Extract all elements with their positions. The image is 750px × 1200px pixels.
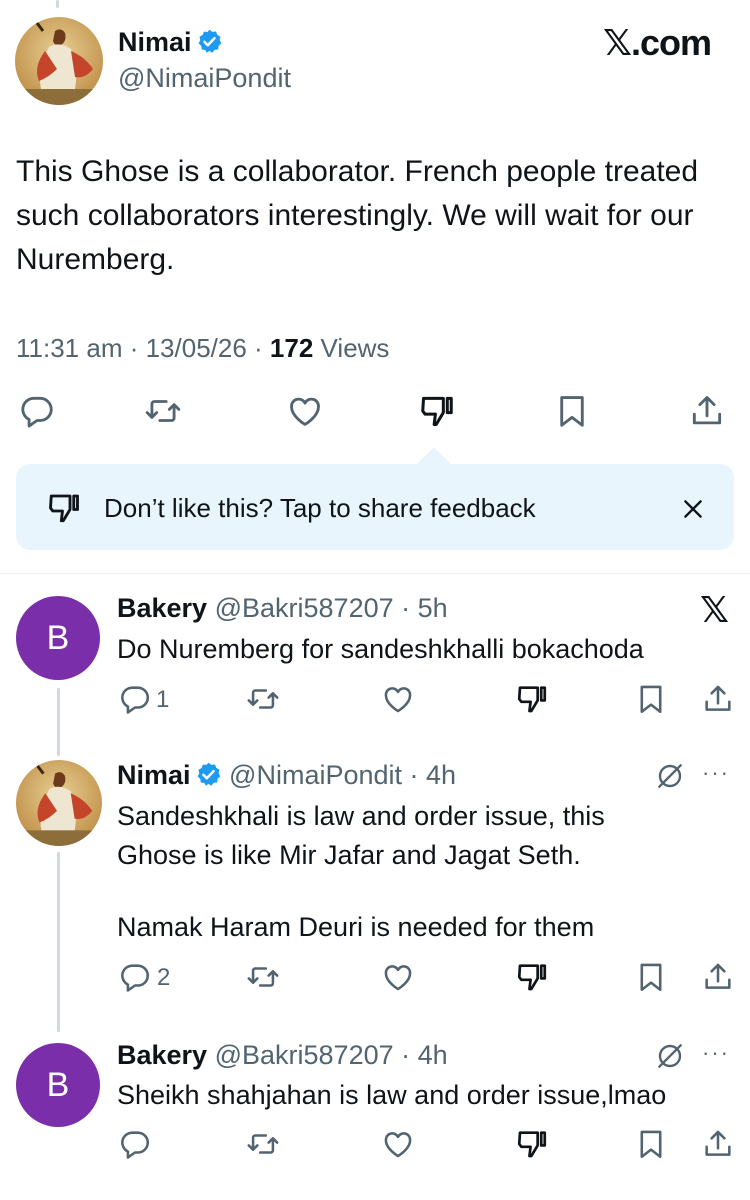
retweet-icon[interactable]: [144, 392, 182, 430]
x-com-logo: 𝕏.com: [603, 22, 712, 64]
thread-line-top: [56, 0, 59, 8]
tweet-text: This Ghose is a collaborator. French peo…: [16, 155, 699, 276]
reply-time[interactable]: 4h: [426, 760, 456, 790]
tweet-time[interactable]: 11:31 am: [16, 333, 122, 363]
reply-time[interactable]: 4h: [418, 1040, 448, 1070]
avatar[interactable]: B: [16, 596, 100, 680]
verified-badge-icon: [196, 28, 223, 55]
bookmark-icon[interactable]: [553, 392, 591, 430]
like-icon[interactable]: [381, 682, 415, 716]
reply-text-line-1: Sandeshkhali is law and order issue, thi…: [117, 801, 605, 831]
author-name[interactable]: Nimai: [117, 760, 222, 790]
feedback-text[interactable]: Don’t like this? Tap to share feedback: [104, 493, 536, 524]
author-name[interactable]: Bakery: [117, 1040, 207, 1070]
reply-header: Bakery @Bakri587207 · 4h: [117, 1040, 448, 1071]
reply-text: Do Nuremberg for sandeshkhalli bokachoda: [117, 634, 644, 664]
feedback-dislike-icon: [46, 490, 82, 526]
meta-separator: ·: [402, 760, 427, 790]
dislike-icon[interactable]: [515, 960, 549, 994]
mute-icon[interactable]: [654, 1040, 686, 1072]
more-options-icon[interactable]: ···: [702, 760, 730, 786]
x-logo-icon: 𝕏: [603, 23, 632, 64]
dislike-icon[interactable]: [418, 392, 456, 430]
reply-time[interactable]: 5h: [418, 593, 448, 623]
tweet-date[interactable]: 13/05/26: [146, 333, 247, 363]
like-icon[interactable]: [381, 1127, 415, 1161]
dislike-icon[interactable]: [515, 682, 549, 716]
author-handle[interactable]: @Bakri587207: [215, 1040, 394, 1070]
reply-text-line-3: Namak Haram Deuri is needed for them: [117, 912, 595, 942]
views-count: 172: [269, 333, 314, 363]
author-name-text: Nimai: [118, 27, 192, 57]
author-handle[interactable]: @NimaiPondit: [229, 760, 402, 790]
share-icon[interactable]: [688, 392, 726, 430]
reply-icon[interactable]: [118, 960, 152, 994]
meta-separator: ·: [122, 333, 146, 363]
divider: [0, 573, 750, 574]
share-icon[interactable]: [701, 1127, 735, 1161]
more-options-icon[interactable]: ···: [702, 1040, 730, 1066]
bookmark-icon[interactable]: [634, 1127, 668, 1161]
meta-separator: ·: [393, 593, 418, 623]
reply-count: 2: [157, 964, 171, 991]
avatar[interactable]: [16, 760, 102, 846]
tweet-meta: 11:31 am · 13/05/26 · 172 Views: [16, 333, 389, 364]
bookmark-icon[interactable]: [634, 682, 668, 716]
author-handle[interactable]: @NimaiPondit: [118, 63, 291, 94]
meta-separator: ·: [393, 1040, 418, 1070]
share-icon[interactable]: [701, 960, 735, 994]
retweet-icon[interactable]: [246, 682, 280, 716]
retweet-icon[interactable]: [246, 1127, 280, 1161]
reply-text-line-2: Ghose is like Mir Jafar and Jagat Seth.: [117, 840, 581, 870]
meta-separator: ·: [246, 333, 270, 363]
reply-icon[interactable]: [118, 682, 152, 716]
verified-badge-icon: [195, 761, 222, 788]
reply-icon[interactable]: [118, 1127, 152, 1161]
thread-line: [57, 688, 60, 756]
author-handle[interactable]: @Bakri587207: [215, 593, 394, 623]
share-icon[interactable]: [701, 682, 735, 716]
dislike-icon[interactable]: [515, 1127, 549, 1161]
avatar[interactable]: B: [16, 1043, 100, 1127]
retweet-icon[interactable]: [246, 960, 280, 994]
x-logo-icon: 𝕏: [700, 590, 730, 631]
like-icon[interactable]: [286, 392, 324, 430]
reply-header: Nimai @NimaiPondit · 4h: [117, 760, 456, 791]
avatar[interactable]: [15, 17, 103, 105]
bookmark-icon[interactable]: [634, 960, 668, 994]
reply-icon[interactable]: [18, 392, 56, 430]
reply-count: 1: [156, 686, 170, 713]
author-name[interactable]: Nimai: [118, 27, 223, 58]
reply-text: Sheikh shahjahan is law and order issue,…: [117, 1080, 667, 1110]
mute-icon[interactable]: [654, 760, 686, 792]
close-icon[interactable]: [680, 496, 706, 522]
views-label: Views: [320, 333, 390, 363]
author-name[interactable]: Bakery: [117, 593, 207, 623]
reply-header: Bakery @Bakri587207 · 5h: [117, 593, 448, 624]
thread-line: [57, 852, 60, 1032]
like-icon[interactable]: [381, 960, 415, 994]
